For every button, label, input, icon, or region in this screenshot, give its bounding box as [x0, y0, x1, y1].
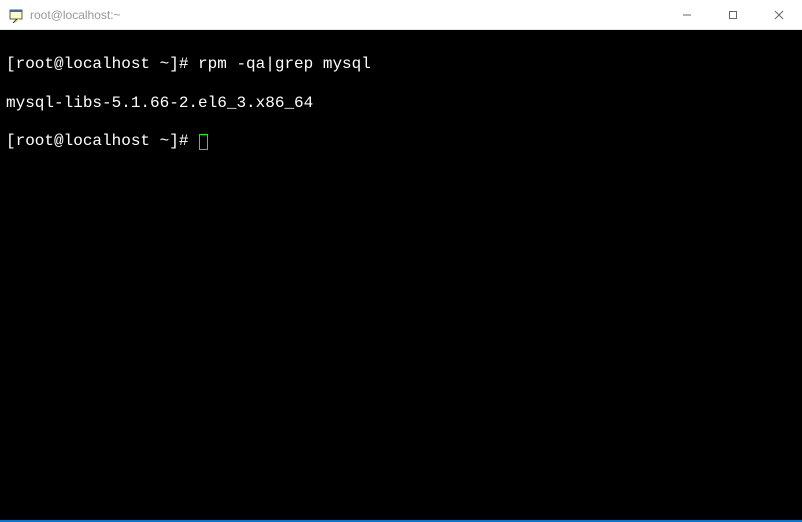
terminal-output: mysql-libs-5.1.66-2.el6_3.x86_64 [6, 94, 796, 113]
minimize-button[interactable] [664, 0, 710, 30]
cursor [199, 134, 208, 150]
window-title: root@localhost:~ [30, 8, 664, 22]
terminal-line: [root@localhost ~]# [6, 132, 796, 151]
app-icon [8, 7, 24, 23]
prompt: [root@localhost ~]# [6, 132, 198, 150]
command-text: rpm -qa|grep mysql [198, 55, 371, 73]
close-button[interactable] [756, 0, 802, 30]
prompt: [root@localhost ~]# [6, 55, 198, 73]
terminal-area[interactable]: [root@localhost ~]# rpm -qa|grep mysql m… [0, 30, 802, 520]
maximize-button[interactable] [710, 0, 756, 30]
window-titlebar: root@localhost:~ [0, 0, 802, 30]
window-controls [664, 0, 802, 30]
terminal-line: [root@localhost ~]# rpm -qa|grep mysql [6, 55, 796, 74]
